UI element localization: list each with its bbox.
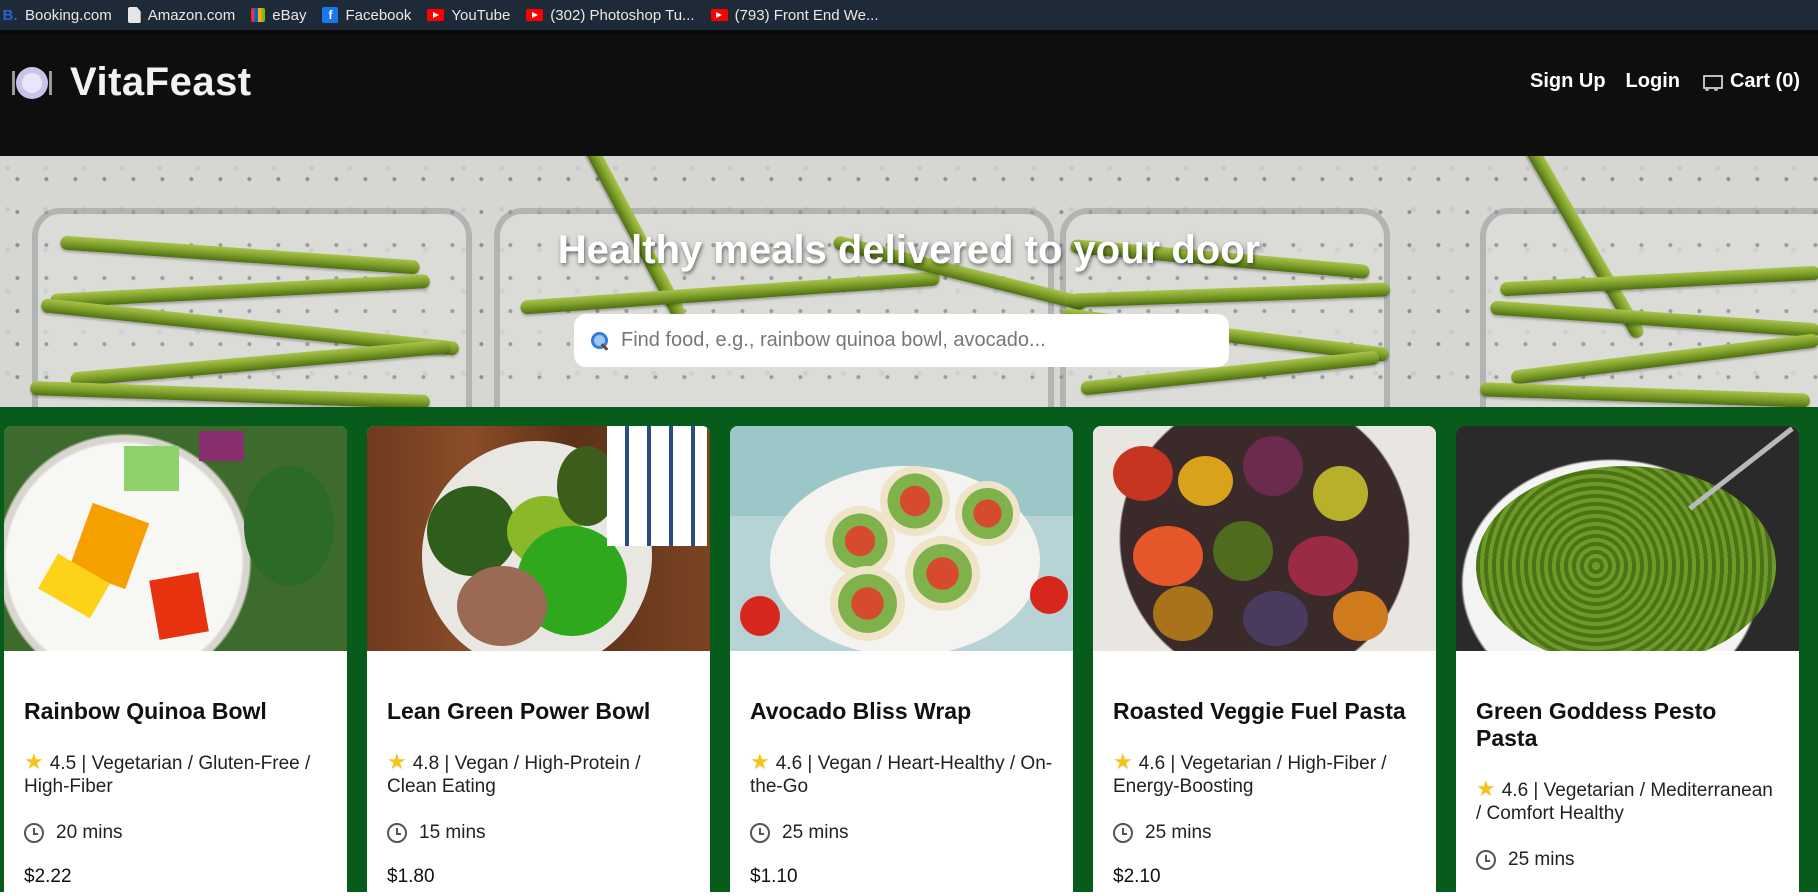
meal-card[interactable]: Rainbow Quinoa Bowl ★ 4.5 | Vegetarian / …	[4, 426, 347, 896]
meal-time-text: 25 mins	[1145, 822, 1212, 843]
meal-card[interactable]: Roasted Veggie Fuel Pasta ★ 4.6 | Vegetar…	[1093, 426, 1436, 896]
meal-cards: Rainbow Quinoa Bowl ★ 4.5 | Vegetarian / …	[0, 407, 1818, 896]
clock-icon	[24, 823, 44, 843]
search-icon	[591, 331, 609, 350]
meal-image	[4, 426, 347, 651]
booking-icon: B.	[2, 6, 18, 24]
meal-title: Avocado Bliss Wrap	[750, 698, 972, 724]
bookmark-label: (793) Front End We...	[734, 6, 879, 24]
bookmark-youtube[interactable]: YouTube	[427, 7, 510, 24]
meal-card[interactable]: Avocado Bliss Wrap ★ 4.6 | Vegan / Heart-…	[730, 426, 1073, 896]
meal-image	[730, 426, 1073, 651]
meal-title: Rainbow Quinoa Bowl	[24, 698, 267, 724]
bookmarks-bar: B. Booking.com Amazon.com eBay f Faceboo…	[0, 0, 1818, 30]
meal-image	[367, 426, 710, 651]
cart-icon	[1700, 73, 1723, 91]
bookmark-amazon[interactable]: Amazon.com	[127, 6, 236, 24]
bookmark-facebook[interactable]: f Facebook	[322, 7, 411, 24]
bookmark-booking[interactable]: B. Booking.com	[2, 7, 112, 24]
meal-time-text: 25 mins	[1508, 849, 1575, 870]
meal-price: $2.22	[24, 866, 72, 887]
ebay-icon	[251, 8, 266, 22]
bookmark-label: Facebook	[345, 6, 412, 24]
search-bar	[574, 314, 1229, 367]
star-icon: ★	[1113, 749, 1133, 774]
meal-price: $2.10	[1113, 866, 1161, 887]
youtube-icon	[526, 9, 544, 21]
cart-link[interactable]: Cart (0)	[1700, 70, 1800, 93]
meal-time-text: 25 mins	[782, 822, 849, 843]
youtube-icon	[710, 9, 728, 21]
meal-meta: ★ 4.5 | Vegetarian / Gluten-Free / High-F…	[24, 750, 327, 798]
hero-banner: Healthy meals delivered to your door	[0, 156, 1818, 407]
hero-title: Healthy meals delivered to your door	[557, 228, 1261, 272]
logo[interactable]: VitaFeast	[12, 60, 252, 105]
bookmark-label: (302) Photoshop Tu...	[550, 6, 695, 24]
bookmark-label: Amazon.com	[147, 6, 236, 24]
meal-time: 25 mins	[1476, 849, 1779, 871]
meal-meta: ★ 4.6 | Vegetarian / Mediterranean / Comf…	[1476, 777, 1779, 825]
plate-icon	[12, 63, 52, 103]
meal-price: $1.10	[750, 866, 798, 887]
clock-icon	[387, 823, 407, 843]
bookmark-label: Booking.com	[25, 6, 112, 24]
meal-meta: ★ 4.6 | Vegan / Heart-Healthy / On-the-Go	[750, 750, 1053, 798]
meal-title: Lean Green Power Bowl	[387, 698, 651, 724]
signup-link[interactable]: Sign Up	[1530, 70, 1606, 93]
clock-icon	[1113, 823, 1133, 843]
meal-price: $1.80	[387, 866, 435, 887]
meal-meta-text: 4.6 | Vegetarian / Mediterranean / Comfo…	[1476, 780, 1773, 824]
header-nav: Sign Up Login Cart (0)	[1510, 70, 1800, 93]
bookmark-front-end[interactable]: (793) Front End We...	[710, 6, 879, 24]
meal-image	[1456, 426, 1799, 651]
meal-meta-text: 4.8 | Vegan / High-Protein / Clean Eatin…	[387, 753, 641, 797]
meal-meta-text: 4.5 | Vegetarian / Gluten-Free / High-Fi…	[24, 753, 311, 797]
meal-meta-text: 4.6 | Vegan / Heart-Healthy / On-the-Go	[750, 753, 1053, 797]
site-header: VitaFeast Sign Up Login Cart (0)	[0, 30, 1818, 156]
star-icon: ★	[1476, 776, 1496, 801]
cart-label: Cart (0)	[1729, 70, 1800, 92]
meal-meta-text: 4.6 | Vegetarian / High-Fiber / Energy-B…	[1113, 753, 1387, 797]
meal-card[interactable]: Lean Green Power Bowl ★ 4.8 | Vegan / Hig…	[367, 426, 710, 896]
login-link[interactable]: Login	[1626, 70, 1680, 93]
meal-time: 20 mins	[24, 822, 327, 844]
meal-image	[1093, 426, 1436, 651]
star-icon: ★	[750, 749, 770, 774]
bookmark-ebay[interactable]: eBay	[251, 7, 306, 24]
meal-time: 25 mins	[1113, 822, 1416, 844]
meal-meta: ★ 4.8 | Vegan / High-Protein / Clean Eati…	[387, 750, 690, 798]
meal-time-text: 20 mins	[56, 822, 123, 843]
youtube-icon	[427, 9, 445, 21]
meal-time: 15 mins	[387, 822, 690, 844]
bookmark-label: eBay	[272, 6, 307, 24]
star-icon: ★	[387, 749, 407, 774]
meal-time-text: 15 mins	[419, 822, 486, 843]
clock-icon	[1476, 850, 1496, 870]
meal-title: Roasted Veggie Fuel Pasta	[1113, 698, 1406, 724]
clock-icon	[750, 823, 770, 843]
brand-name: VitaFeast	[70, 60, 252, 104]
bookmark-photoshop-tutorial[interactable]: (302) Photoshop Tu...	[526, 6, 695, 24]
meal-card[interactable]: Green Goddess Pesto Pasta ★ 4.6 | Vegetar…	[1456, 426, 1799, 896]
star-icon: ★	[24, 749, 44, 774]
meal-meta: ★ 4.6 | Vegetarian / High-Fiber / Energy-…	[1113, 750, 1416, 798]
search-input[interactable]	[621, 329, 1211, 352]
bookmark-label: YouTube	[451, 6, 511, 24]
meal-title: Green Goddess Pesto Pasta	[1476, 698, 1717, 751]
meal-time: 25 mins	[750, 822, 1053, 844]
page-icon	[127, 7, 141, 23]
facebook-icon: f	[322, 7, 339, 23]
